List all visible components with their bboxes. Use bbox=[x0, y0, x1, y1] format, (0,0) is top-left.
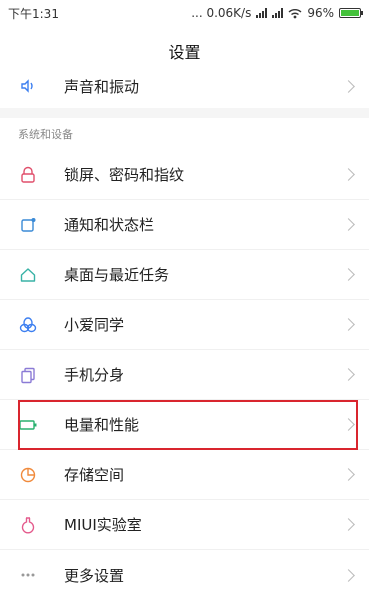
status-bar: 下午1:31 ... 0.06K/s 96% bbox=[0, 0, 369, 26]
chevron-right-icon bbox=[342, 318, 355, 331]
chevron-right-icon bbox=[342, 218, 355, 231]
lab-flask-icon bbox=[18, 515, 38, 535]
signal-icon bbox=[272, 8, 284, 18]
speaker-icon bbox=[18, 76, 38, 96]
status-time: 下午1:31 bbox=[8, 6, 59, 21]
chevron-right-icon bbox=[342, 268, 355, 281]
highlight-box bbox=[18, 400, 358, 450]
dual-phone-icon bbox=[18, 365, 38, 385]
settings-item-label: 锁屏、密码和指纹 bbox=[64, 166, 185, 184]
settings-item-assistant[interactable]: 小爱同学 bbox=[0, 300, 369, 350]
home-icon bbox=[18, 265, 38, 285]
lock-icon bbox=[18, 165, 38, 185]
chevron-right-icon bbox=[342, 568, 355, 582]
settings-item-label: 桌面与最近任务 bbox=[64, 266, 170, 284]
settings-item-storage[interactable]: 存储空间 bbox=[0, 450, 369, 500]
settings-item-label: 小爱同学 bbox=[64, 316, 125, 334]
chevron-right-icon bbox=[342, 518, 355, 531]
section-separator bbox=[0, 108, 369, 118]
section-title: 系统和设备 bbox=[18, 128, 73, 141]
settings-item-notifications[interactable]: 通知和状态栏 bbox=[0, 200, 369, 250]
notification-icon bbox=[18, 215, 38, 235]
settings-item-label: 存储空间 bbox=[64, 466, 125, 484]
assistant-icon bbox=[18, 315, 38, 335]
chevron-right-icon bbox=[342, 368, 355, 381]
settings-item-more[interactable]: 更多设置 bbox=[0, 550, 369, 600]
settings-item-label: 通知和状态栏 bbox=[64, 216, 155, 234]
settings-item-miui-lab[interactable]: MIUI实验室 bbox=[0, 500, 369, 550]
chevron-right-icon bbox=[342, 79, 355, 93]
signal-icon bbox=[256, 8, 268, 18]
battery-percent: 96% bbox=[307, 6, 334, 20]
settings-item-label: MIUI实验室 bbox=[64, 516, 142, 534]
storage-pie-icon bbox=[18, 465, 38, 485]
chevron-right-icon bbox=[342, 468, 355, 481]
settings-item-label: 更多设置 bbox=[64, 566, 125, 585]
wifi-icon bbox=[288, 8, 302, 18]
settings-item-label: 手机分身 bbox=[64, 366, 125, 384]
more-icon bbox=[18, 565, 38, 585]
battery-status-icon bbox=[339, 8, 363, 18]
settings-item-lockscreen[interactable]: 锁屏、密码和指纹 bbox=[0, 150, 369, 200]
chevron-right-icon bbox=[342, 168, 355, 181]
status-indicators: ... 0.06K/s 96% bbox=[191, 6, 363, 20]
settings-item-home-screen[interactable]: 桌面与最近任务 bbox=[0, 250, 369, 300]
settings-item-label: 声音和振动 bbox=[64, 77, 140, 96]
settings-item-sound[interactable]: 声音和振动 bbox=[0, 61, 369, 111]
network-speed: ... 0.06K/s bbox=[191, 6, 252, 20]
settings-item-second-space[interactable]: 手机分身 bbox=[0, 350, 369, 400]
